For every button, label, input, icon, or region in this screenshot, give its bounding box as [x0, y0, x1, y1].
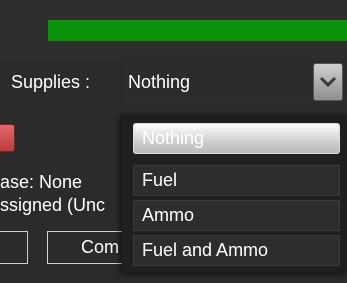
progress-bar-fill — [48, 20, 347, 41]
supplies-selected-value[interactable]: Nothing — [128, 70, 190, 94]
base-status-text: ase: None — [0, 172, 83, 192]
red-action-button[interactable] — [0, 124, 15, 152]
left-button[interactable] — [0, 231, 28, 264]
supplies-option-ammo[interactable]: Ammo — [133, 200, 340, 231]
assigned-status-text: ssigned (Unc — [0, 195, 106, 215]
command-button[interactable]: Com — [47, 231, 129, 264]
chevron-down-icon — [319, 76, 337, 88]
supplies-option-fuel[interactable]: Fuel — [133, 165, 340, 196]
supplies-label: Supplies : — [11, 72, 91, 92]
supplies-dropdown-button[interactable] — [313, 63, 343, 101]
supplies-option-fuel-and-ammo[interactable]: Fuel and Ammo — [133, 235, 340, 266]
supplies-option-nothing[interactable]: Nothing — [133, 123, 340, 154]
